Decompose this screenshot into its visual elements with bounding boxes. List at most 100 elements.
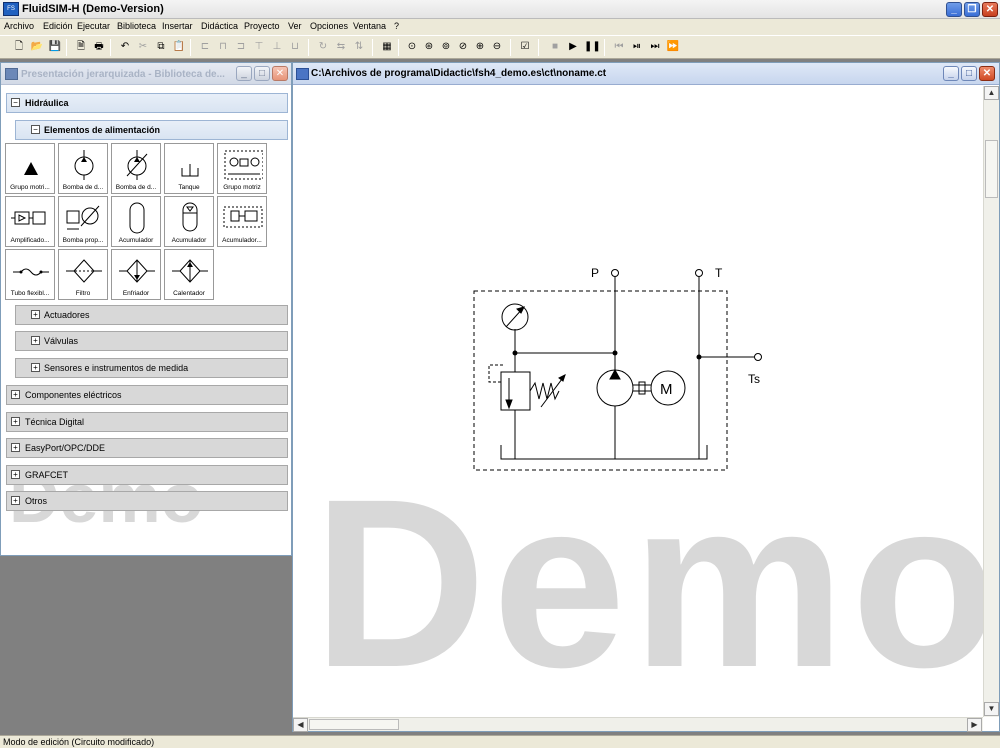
stop-icon[interactable]: ■ (548, 40, 562, 54)
library-tile-pump-2[interactable]: Bomba de d... (111, 143, 161, 194)
tree-node-digital[interactable]: + Técnica Digital (6, 412, 288, 432)
zoom-100-icon[interactable]: ⊙ (405, 40, 419, 54)
align-middle-icon[interactable]: ⊥ (270, 40, 284, 54)
menu-ventana[interactable]: Ventana (353, 21, 386, 31)
zoom-window-icon[interactable]: ⊚ (439, 40, 453, 54)
expand-icon[interactable]: + (11, 470, 20, 479)
print-preview-icon[interactable]: 🗎 (74, 40, 88, 54)
scroll-left-icon[interactable]: ◀ (293, 718, 308, 732)
zoom-fit-circuit-icon[interactable]: ⊛ (422, 40, 436, 54)
tree-node-others[interactable]: + Otros (6, 491, 288, 511)
new-file-icon[interactable]: 🗋 (12, 40, 26, 54)
scroll-right-icon[interactable]: ▶ (967, 718, 982, 732)
expand-icon[interactable]: + (31, 310, 40, 319)
expand-icon[interactable]: + (11, 496, 20, 505)
align-top-icon[interactable]: ⊤ (252, 40, 266, 54)
zoom-out-icon[interactable]: ⊖ (490, 40, 504, 54)
zoom-in-icon[interactable]: ⊕ (473, 40, 487, 54)
library-tile-heater[interactable]: Calentador (164, 249, 214, 300)
library-maximize-button[interactable]: □ (254, 66, 270, 81)
menu-insertar[interactable]: Insertar (162, 21, 193, 31)
step-icon[interactable]: ⏯ (630, 40, 644, 54)
library-tile-accumulator-1[interactable]: Acumulador (111, 196, 161, 247)
library-tile-flexible-hose[interactable]: Tubo flexibl... (5, 249, 55, 300)
tree-node-valves[interactable]: + Válvulas (15, 331, 288, 351)
align-right-icon[interactable]: ⊐ (234, 40, 248, 54)
menu-didactica[interactable]: Didáctica (201, 21, 238, 31)
app-titlebar: FS FluidSIM-H (Demo-Version) _ ❐ ✕ (0, 0, 1000, 19)
scroll-up-icon[interactable]: ▲ (984, 86, 999, 100)
expand-icon[interactable]: + (11, 390, 20, 399)
vertical-scrollbar[interactable]: ▲ ▼ (983, 86, 999, 717)
fast-forward-icon[interactable]: ⏩ (666, 40, 680, 54)
menu-proyecto[interactable]: Proyecto (244, 21, 280, 31)
restore-button[interactable]: ❐ (964, 2, 980, 17)
grid-icon[interactable]: ▦ (380, 40, 394, 54)
horizontal-scroll-thumb[interactable] (309, 719, 399, 730)
reset-icon[interactable]: ⏮ (612, 40, 626, 54)
tree-node-supply-elements[interactable]: − Elementos de alimentación (15, 120, 288, 140)
minimize-button[interactable]: _ (946, 2, 962, 17)
library-tile-pump-1[interactable]: Bomba de d... (58, 143, 108, 194)
circuit-diagram[interactable]: P T Ts M (293, 63, 983, 717)
mirror-horizontal-icon[interactable]: ⇆ (334, 40, 348, 54)
align-bottom-icon[interactable]: ⊔ (288, 40, 302, 54)
tree-node-actuators[interactable]: + Actuadores (15, 305, 288, 325)
library-minimize-button[interactable]: _ (236, 66, 252, 81)
library-tile-power-unit-2[interactable]: Grupo motriz (217, 143, 267, 194)
collapse-icon[interactable]: − (31, 125, 40, 134)
expand-icon[interactable]: + (31, 336, 40, 345)
undo-icon[interactable]: ↶ (118, 40, 132, 54)
port-p-label: P (591, 266, 599, 280)
menu-ejecutar[interactable]: Ejecutar (77, 21, 110, 31)
cut-icon[interactable]: ✂ (136, 40, 150, 54)
tree-node-hydraulics[interactable]: − Hidráulica (6, 93, 288, 113)
tree-node-grafcet[interactable]: + GRAFCET (6, 465, 288, 485)
tree-node-easyport[interactable]: + EasyPort/OPC/DDE (6, 438, 288, 458)
expand-icon[interactable]: + (11, 443, 20, 452)
library-close-button[interactable]: ✕ (272, 66, 288, 81)
library-window-icon (5, 68, 18, 80)
library-tile-accumulator-2[interactable]: Acumulador (164, 196, 214, 247)
tree-node-electrical[interactable]: + Componentes eléctricos (6, 385, 288, 405)
paste-icon[interactable]: 📋 (172, 40, 186, 54)
menu-edicion[interactable]: Edición (43, 21, 73, 31)
collapse-icon[interactable]: − (11, 98, 20, 107)
rotate-icon[interactable]: ↻ (316, 40, 330, 54)
align-left-icon[interactable]: ⊏ (198, 40, 212, 54)
menu-biblioteca[interactable]: Biblioteca (117, 21, 156, 31)
library-tile-filter[interactable]: Filtro (58, 249, 108, 300)
scroll-down-icon[interactable]: ▼ (984, 702, 999, 716)
step-forward-icon[interactable]: ⏭ (648, 40, 662, 54)
toolbar: 🗋 📂 💾 🗎 🖶 ↶ ✂ ⧉ 📋 ⊏ ⊓ ⊐ ⊤ ⊥ ⊔ ↻ ⇆ ⇅ ▦ ⊙ … (0, 35, 1000, 59)
print-icon[interactable]: 🖶 (92, 40, 106, 54)
horizontal-scrollbar[interactable]: ◀ ▶ (293, 717, 983, 732)
vertical-scroll-thumb[interactable] (985, 140, 998, 198)
menu-archivo[interactable]: Archivo (4, 21, 34, 31)
expand-icon[interactable]: + (31, 363, 40, 372)
open-folder-icon[interactable]: 📂 (30, 40, 44, 54)
align-center-icon[interactable]: ⊓ (216, 40, 230, 54)
play-icon[interactable]: ▶ (566, 40, 580, 54)
mirror-vertical-icon[interactable]: ⇅ (352, 40, 366, 54)
library-tile-cooler[interactable]: Enfriador (111, 249, 161, 300)
close-button[interactable]: ✕ (982, 2, 998, 17)
library-title: Presentación jerarquizada - Biblioteca d… (21, 69, 225, 80)
library-tile-amplifier[interactable]: Amplificado... (5, 196, 55, 247)
save-icon[interactable]: 💾 (48, 40, 62, 54)
menu-opciones[interactable]: Opciones (310, 21, 348, 31)
copy-icon[interactable]: ⧉ (154, 40, 168, 54)
library-tile-accumulator-3[interactable]: Acumulador... (217, 196, 267, 247)
tree-node-sensors[interactable]: + Sensores e instrumentos de medida (15, 358, 288, 378)
menu-help[interactable]: ? (394, 21, 399, 31)
library-tile-power-unit[interactable]: Grupo motri... (5, 143, 55, 194)
check-drawing-icon[interactable]: ☑ (518, 40, 532, 54)
menu-ver[interactable]: Ver (288, 21, 302, 31)
library-tile-tank[interactable]: Tanque (164, 143, 214, 194)
zoom-last-icon[interactable]: ⊘ (456, 40, 470, 54)
library-tile-proportional-pump[interactable]: Bomba prop... (58, 196, 108, 247)
expand-icon[interactable]: + (11, 417, 20, 426)
pause-icon[interactable]: ❚❚ (584, 40, 601, 54)
power-unit-detail-icon (224, 150, 263, 180)
app-title: FluidSIM-H (Demo-Version) (22, 3, 164, 15)
